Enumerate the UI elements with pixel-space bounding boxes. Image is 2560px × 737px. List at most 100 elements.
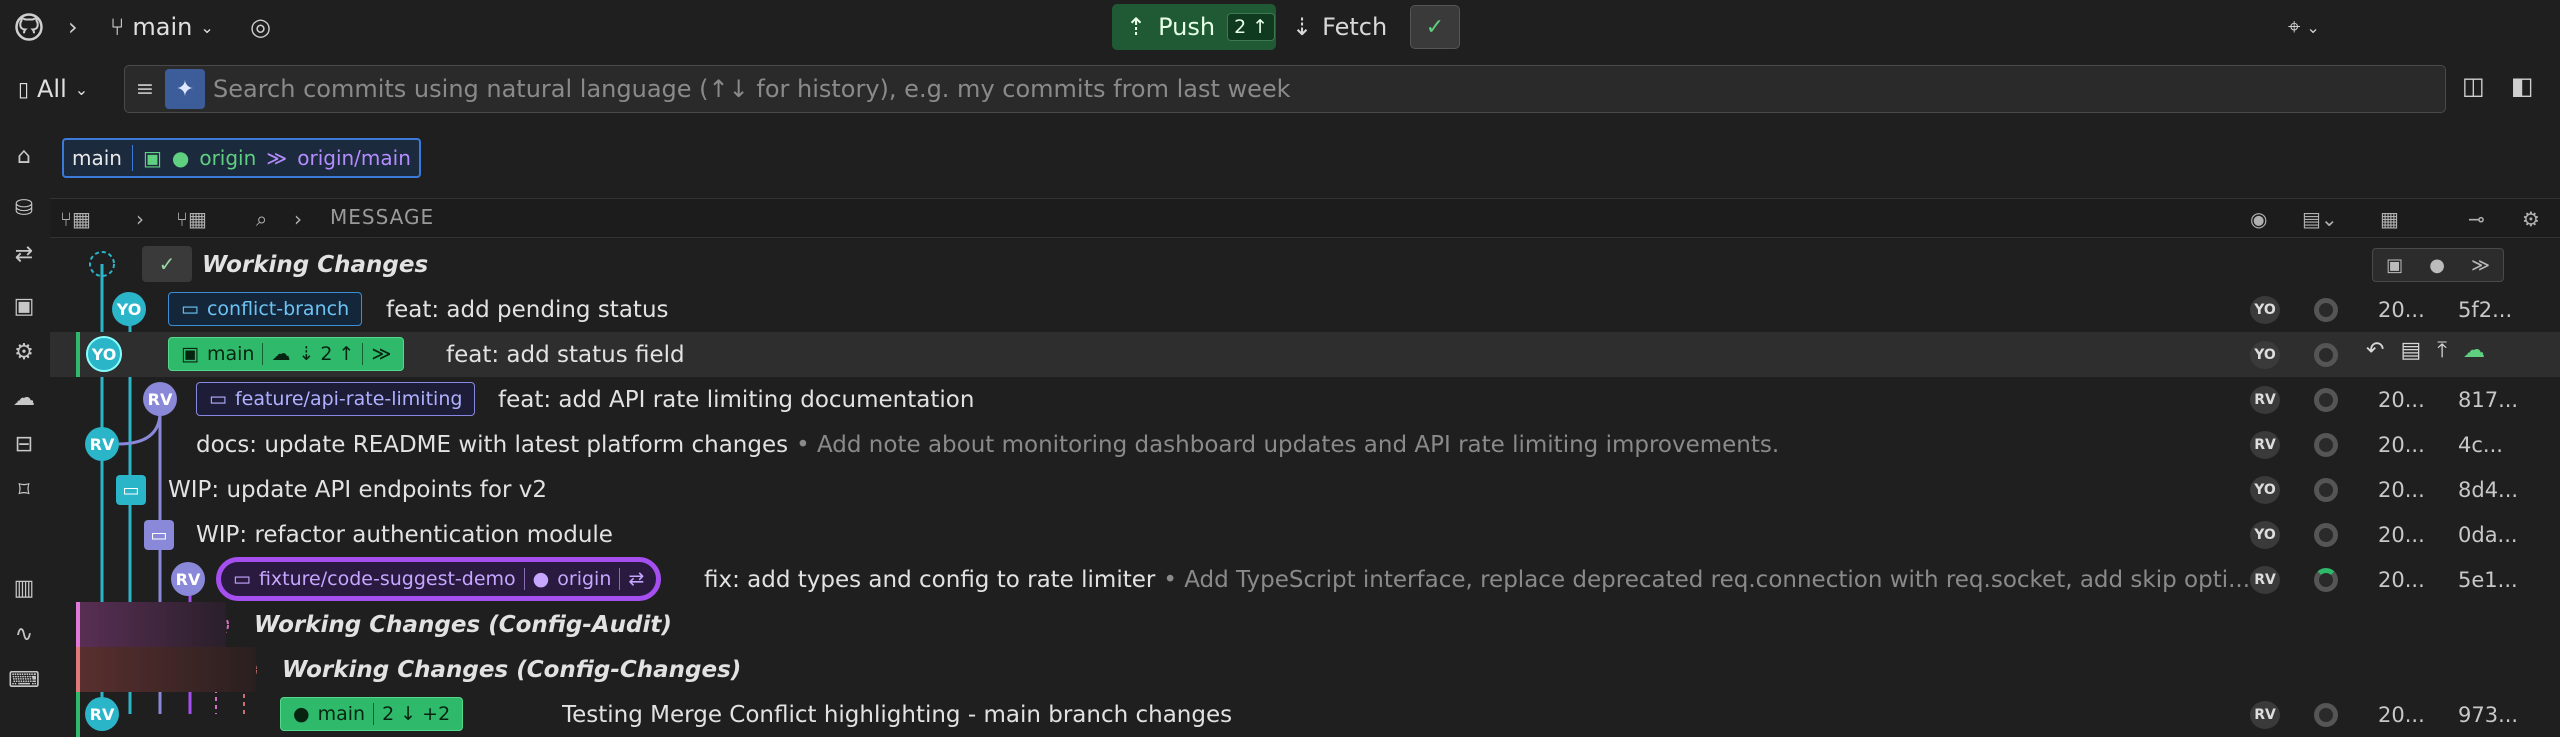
branch-tag[interactable]: ▭ feature/api-rate-limiting — [196, 382, 476, 416]
ci-status-icon — [2314, 433, 2338, 457]
table-row[interactable]: YO ▣ main ☁ ⇣ 2 ↑ ≫ feat: add status fie… — [50, 332, 2560, 377]
author-initials: RV — [2250, 386, 2280, 414]
search-input[interactable] — [213, 75, 2445, 103]
stash-icon: ▭ — [116, 475, 146, 505]
commit-date: 20... — [2378, 567, 2425, 592]
split-panel-icon[interactable]: ◫ — [2462, 72, 2485, 100]
panel-toggles: ◫ ◧ — [2462, 72, 2533, 100]
diff-file-icon[interactable]: ▤ — [2400, 338, 2421, 363]
stage-all-checkbox[interactable]: ✓ — [142, 246, 192, 282]
author-column-icon[interactable]: ◉ — [2250, 203, 2267, 235]
cloud-icon[interactable]: ☁ — [8, 382, 40, 414]
push-icon: ⇡ — [1126, 13, 1147, 41]
worktree-changes-row[interactable]: Working Changes (Config-Audit) — [50, 602, 2560, 647]
ref-remote: origin — [199, 146, 257, 170]
breadcrumb-chevron-icon: › — [68, 13, 78, 41]
commit-sha: 5f2... — [2458, 297, 2513, 322]
commit-date: 20... — [2378, 297, 2425, 322]
avatar: YO — [86, 336, 122, 372]
commit-filter-dropdown[interactable]: ▯ All ⌄ — [18, 70, 88, 108]
commit-message: feat: add API rate limiting documentatio… — [498, 386, 975, 413]
table-row[interactable]: RV docs: update README with latest platf… — [50, 422, 2560, 467]
ref-remote-branch: origin/main — [297, 146, 411, 170]
activity-icon[interactable]: ∿ — [8, 618, 40, 650]
push-up-icon[interactable]: ⤒ — [2437, 338, 2447, 363]
left-sidebar: ⌂ ⛁ ⇄ ▣ ⚙ ☁ ⊟ ⌑ ▥ ∿ ⌨ — [0, 130, 48, 714]
search-bar: ▯ All ⌄ ≡ ✦ ◫ ◧ — [0, 62, 2560, 116]
chevron-right-icon: › — [136, 207, 144, 231]
remote-branch-icon: ≫ — [371, 343, 392, 365]
branch-map-icon[interactable]: ⑂▦ — [60, 203, 91, 235]
fetch-button[interactable]: ⇣ Fetch — [1292, 4, 1387, 50]
gear-icon[interactable]: ⚙ — [2522, 203, 2540, 235]
working-changes-row[interactable]: ✓ Working Changes ▣ ● ≫ — [50, 242, 2560, 287]
search-box: ≡ ✦ — [124, 65, 2446, 113]
push-button[interactable]: ⇡ Push 2 ↑ — [1112, 4, 1276, 50]
branch-tag[interactable]: ▭ conflict-branch — [168, 292, 363, 326]
commit-list: ✓ Working Changes ▣ ● ≫ YO ▭ conflict-br… — [50, 242, 2560, 737]
laptop-icon: ▣ — [2386, 254, 2404, 276]
commit-sha: 817... — [2458, 387, 2519, 412]
branch-selector[interactable]: ⑂ main ⌄ — [110, 8, 214, 46]
pull-request-icon: ⇄ — [628, 568, 645, 590]
issues-icon[interactable]: ▣ — [8, 290, 40, 322]
laptop-icon: ▣ — [181, 343, 199, 365]
commit-sha: 4c... — [2458, 432, 2503, 457]
pull-request-icon[interactable]: ⇄ — [8, 238, 40, 270]
table-row[interactable]: RV ● main 2 ↓ +2 Testing Merge Conflict … — [50, 692, 2560, 737]
chevron-down-icon: ⌄ — [200, 17, 214, 37]
table-row[interactable]: ▭ WIP: update API endpoints for v2 YO 20… — [50, 467, 2560, 512]
row-color-band — [76, 602, 226, 647]
branch-tag-highlighted[interactable]: ▭ fixture/code-suggest-demo ● origin ⇄ — [216, 557, 662, 601]
target-icon[interactable]: ◎ — [250, 10, 271, 44]
table-row[interactable]: RV ▭ feature/api-rate-limiting feat: add… — [50, 377, 2560, 422]
rocket-icon: ⌖ — [2288, 14, 2301, 40]
avatar: YO — [112, 292, 146, 326]
search-icon[interactable]: ⌕ — [256, 203, 267, 235]
laptop-icon: ▭ — [209, 388, 227, 410]
keyboard-icon[interactable]: ⌨ — [8, 664, 40, 696]
commit-message: Working Changes (Config-Audit) — [254, 611, 672, 638]
cloud-upload-icon[interactable]: ☁ — [2463, 338, 2485, 363]
branch-tag-main[interactable]: ● main 2 ↓ +2 — [280, 697, 464, 731]
tag-icon[interactable]: ⌑ — [8, 474, 40, 506]
database-icon[interactable]: ⛁ — [8, 192, 40, 224]
check-icon: ✓ — [1425, 14, 1445, 40]
sidebar-toggle-icon[interactable]: ◧ — [2511, 72, 2534, 100]
commit-sha: 5e1... — [2458, 567, 2518, 592]
ci-status-icon — [2314, 343, 2338, 367]
current-refs[interactable]: main ▣ ● origin ≫ origin/main — [62, 138, 421, 178]
inbox-icon[interactable]: ⊟ — [8, 428, 40, 460]
check-button[interactable]: ✓ — [1410, 5, 1460, 49]
home-icon[interactable]: ⌂ — [8, 140, 40, 172]
calendar-icon[interactable]: ▦ — [2380, 203, 2399, 235]
book-icon[interactable]: ▥ — [8, 572, 40, 604]
worktree-changes-row[interactable]: Working Changes (Config-Changes) — [50, 647, 2560, 692]
stash-icon: ▭ — [144, 520, 174, 550]
table-row[interactable]: YO ▭ conflict-branch feat: add pending s… — [50, 287, 2560, 332]
avatar: RV — [85, 697, 119, 731]
workflow-icon[interactable]: ⚙ — [8, 336, 40, 368]
github-icon[interactable] — [14, 10, 44, 44]
undo-icon[interactable]: ↶ — [2366, 338, 2384, 363]
author-initials: RV — [2250, 431, 2280, 459]
author-initials: YO — [2250, 476, 2280, 504]
author-initials: YO — [2250, 521, 2280, 549]
launchpad-menu[interactable]: ⌖ ⌄ — [2288, 10, 2320, 44]
table-row[interactable]: ▭ WIP: refactor authentication module YO… — [50, 512, 2560, 557]
commit-icon[interactable]: ⊸ — [2468, 203, 2485, 235]
commit-message: Working Changes (Config-Changes) — [282, 656, 742, 683]
ci-status-icon — [2314, 478, 2338, 502]
filter-icon[interactable]: ≡ — [125, 66, 165, 112]
laptop-icon: ▣ — [142, 146, 162, 170]
wc-remote-actions[interactable]: ▣ ● ≫ — [2372, 248, 2504, 282]
graph-map-icon[interactable]: ⑂▦ — [176, 203, 207, 235]
ci-status-icon — [2314, 298, 2338, 322]
ci-status-icon — [2314, 568, 2338, 592]
cloud-icon: ☁ — [271, 343, 291, 365]
ai-sparkle-icon[interactable]: ✦ — [165, 69, 205, 109]
table-row[interactable]: RV ▭ fixture/code-suggest-demo ● origin … — [50, 557, 2560, 602]
commit-message: feat: add pending status — [386, 296, 669, 323]
branch-tag-main[interactable]: ▣ main ☁ ⇣ 2 ↑ ≫ — [168, 337, 405, 371]
file-column-icon[interactable]: ▤⌄ — [2302, 203, 2338, 235]
